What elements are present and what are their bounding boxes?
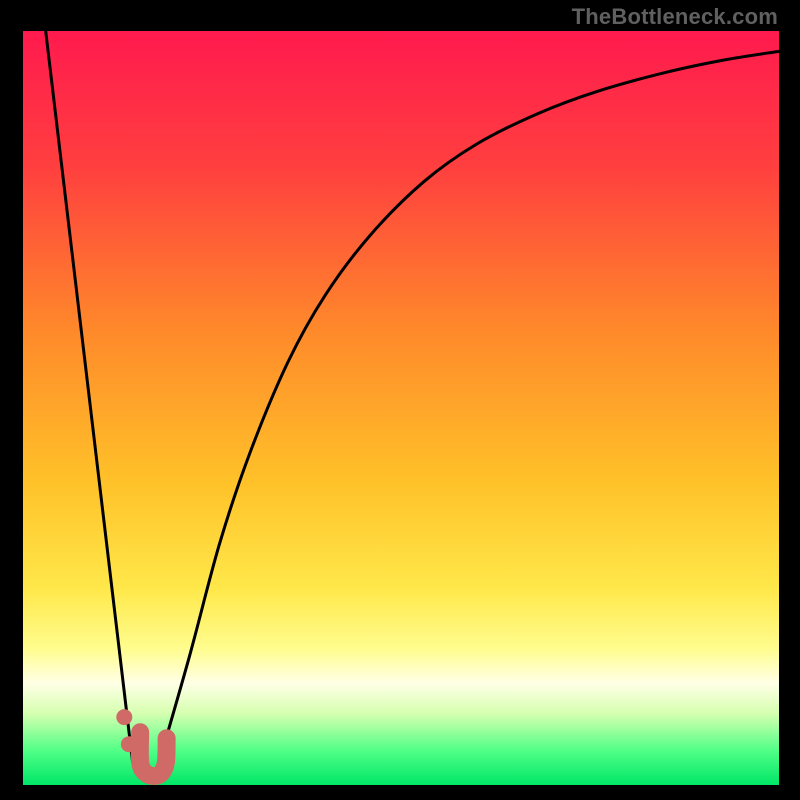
bottleneck-chart xyxy=(23,31,779,785)
marker-dot-1 xyxy=(121,736,137,752)
watermark-text: TheBottleneck.com xyxy=(572,4,778,30)
chart-frame: TheBottleneck.com xyxy=(0,0,800,800)
gradient-background xyxy=(23,31,779,785)
marker-dot-0 xyxy=(116,709,132,725)
